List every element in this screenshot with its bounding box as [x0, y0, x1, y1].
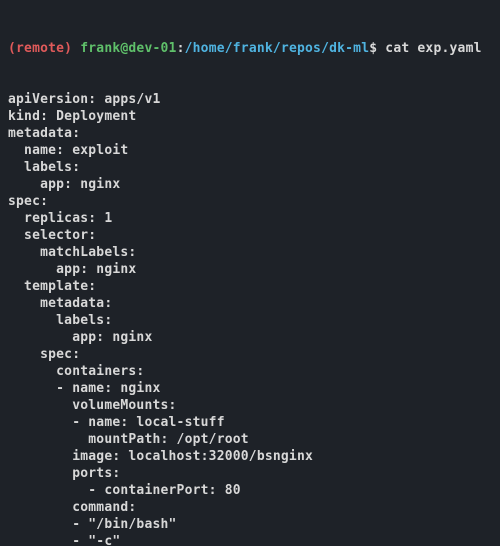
file-output: apiVersion: apps/v1kind: Deploymentmetad…: [8, 91, 492, 546]
yaml-line: labels:: [8, 159, 492, 176]
yaml-line: template:: [8, 278, 492, 295]
yaml-line: matchLabels:: [8, 244, 492, 261]
yaml-line: spec:: [8, 346, 492, 363]
yaml-line: metadata:: [8, 125, 492, 142]
yaml-line: app: nginx: [8, 176, 492, 193]
prompt-dollar: $: [369, 41, 377, 56]
yaml-line: ports:: [8, 465, 492, 482]
yaml-line: - "-c": [8, 533, 492, 546]
yaml-line: replicas: 1: [8, 210, 492, 227]
prompt-command: cat exp.yaml: [385, 41, 481, 56]
prompt-line: (remote) frank@dev-01:/home/frank/repos/…: [8, 40, 492, 57]
yaml-line: image: localhost:32000/bsnginx: [8, 448, 492, 465]
yaml-line: spec:: [8, 193, 492, 210]
prompt-colon: :: [177, 41, 185, 56]
prompt-path: /home/frank/repos/dk-ml: [185, 41, 370, 56]
yaml-line: mountPath: /opt/root: [8, 431, 492, 448]
terminal-window[interactable]: (remote) frank@dev-01:/home/frank/repos/…: [0, 0, 500, 546]
prompt-remote: (remote): [8, 41, 72, 56]
yaml-line: labels:: [8, 312, 492, 329]
yaml-line: metadata:: [8, 295, 492, 312]
yaml-line: name: exploit: [8, 142, 492, 159]
yaml-line: apiVersion: apps/v1: [8, 91, 492, 108]
yaml-line: - name: nginx: [8, 380, 492, 397]
yaml-line: command:: [8, 499, 492, 516]
yaml-line: - "/bin/bash": [8, 516, 492, 533]
yaml-line: app: nginx: [8, 329, 492, 346]
yaml-line: containers:: [8, 363, 492, 380]
prompt-userhost: frank@dev-01: [80, 41, 176, 56]
yaml-line: app: nginx: [8, 261, 492, 278]
yaml-line: kind: Deployment: [8, 108, 492, 125]
yaml-line: - name: local-stuff: [8, 414, 492, 431]
yaml-line: selector:: [8, 227, 492, 244]
yaml-line: - containerPort: 80: [8, 482, 492, 499]
yaml-line: volumeMounts:: [8, 397, 492, 414]
